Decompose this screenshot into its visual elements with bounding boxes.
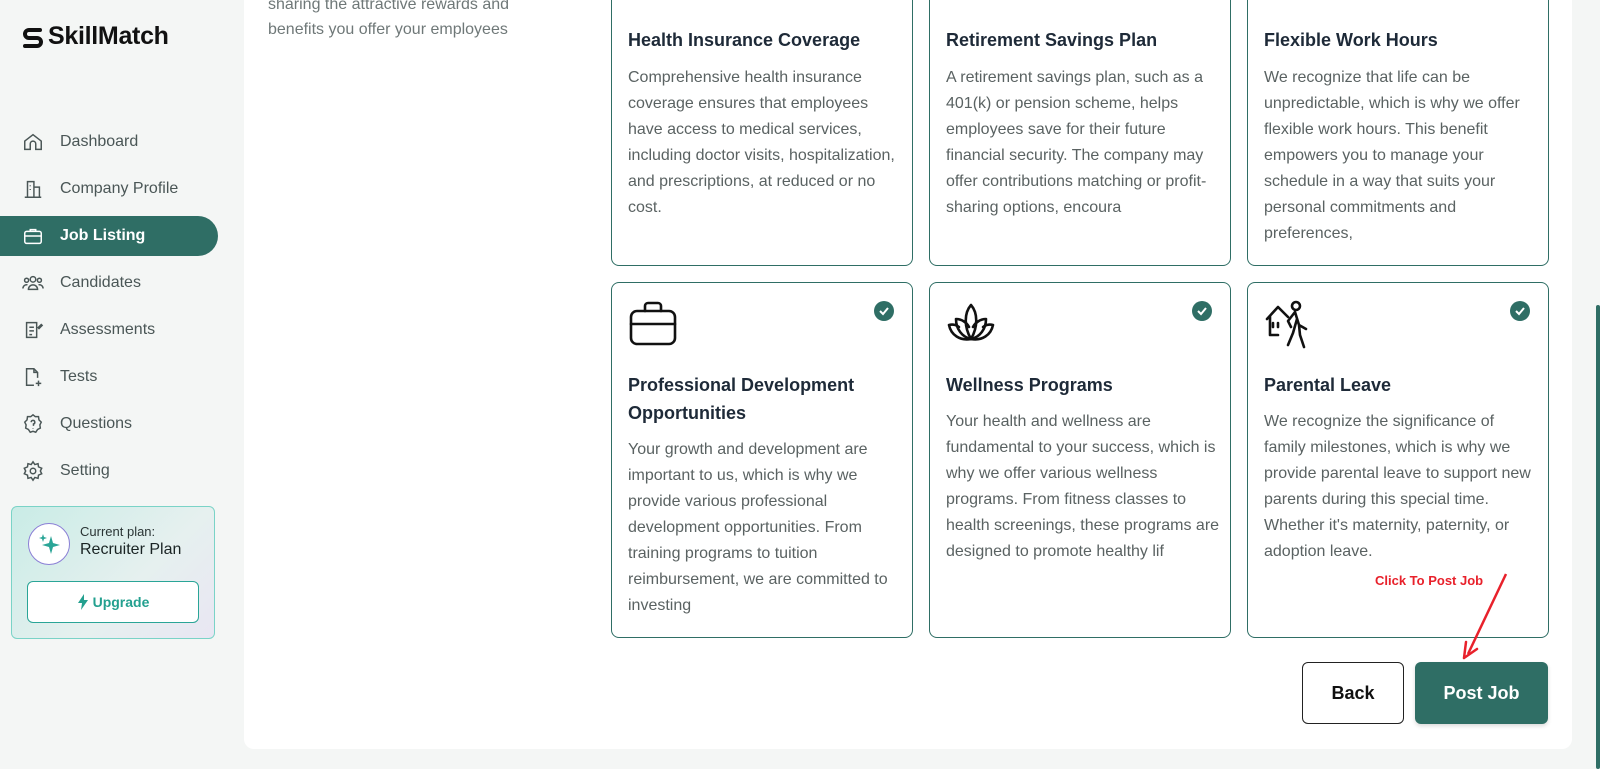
sidebar-item-setting[interactable]: Setting (0, 451, 218, 491)
section-intro: sharing the attractive rewards and benef… (268, 0, 510, 38)
benefit-description: Comprehensive health insurance coverage … (628, 69, 895, 216)
plan-name: Recruiter Plan (80, 541, 182, 558)
benefit-title: Parental Leave (1264, 375, 1392, 395)
benefit-description: We recognize that life can be unpredicta… (1264, 69, 1520, 242)
benefit-title: Flexible Work Hours (1264, 30, 1438, 50)
sidebar-item-label: Tests (60, 368, 98, 385)
plan-label: Current plan: (80, 524, 156, 539)
sidebar-item-dashboard[interactable]: Dashboard (0, 122, 218, 162)
sidebar-item-candidates[interactable]: Candidates (0, 263, 218, 303)
sidebar-item-tests[interactable]: Tests (0, 357, 218, 397)
lotus-icon (946, 299, 996, 349)
clipboard-icon (22, 319, 44, 341)
sidebar: SkillMatch Dashboard Company Profile Job… (0, 0, 228, 769)
benefit-title: Health Insurance Coverage (628, 30, 861, 50)
sidebar-item-label: Assessments (60, 321, 156, 338)
building-icon (22, 178, 44, 200)
sidebar-item-label: Dashboard (60, 133, 139, 150)
benefit-card-professional-development[interactable]: Professional Development Opportunities Y… (611, 282, 913, 638)
parent-walk-icon (1264, 299, 1314, 349)
benefit-title: Retirement Savings Plan (946, 30, 1158, 50)
home-icon (22, 131, 44, 153)
benefit-description: We recognize the significance of family … (1264, 413, 1531, 560)
benefit-description: Your growth and development are importan… (628, 441, 888, 614)
sidebar-item-label: Questions (60, 415, 133, 432)
benefit-card-health-insurance[interactable]: Health Insurance Coverage Comprehensive … (611, 0, 913, 266)
selected-check-icon[interactable] (1510, 301, 1530, 321)
gear-icon (22, 460, 44, 482)
sidebar-item-label: Candidates (60, 274, 141, 291)
main-panel: sharing the attractive rewards and benef… (244, 0, 1572, 749)
benefit-card-wellness[interactable]: Wellness Programs Your health and wellne… (929, 282, 1231, 638)
sidebar-item-label: Setting (60, 462, 110, 479)
upgrade-button[interactable]: Upgrade (27, 581, 199, 623)
benefit-description: A retirement savings plan, such as a 401… (946, 69, 1207, 216)
benefit-card-flexible-hours[interactable]: Flexible Work Hours We recognize that li… (1247, 0, 1549, 266)
question-icon (22, 413, 44, 435)
scrollbar[interactable] (1596, 305, 1600, 769)
sidebar-item-assessments[interactable]: Assessments (0, 310, 218, 350)
current-plan-card: Current plan: Recruiter Plan Upgrade (11, 506, 215, 639)
upgrade-label: Upgrade (92, 594, 150, 610)
selected-check-icon[interactable] (874, 301, 894, 321)
selected-check-icon[interactable] (1192, 301, 1212, 321)
lightning-icon (77, 594, 88, 610)
sidebar-item-label: Company Profile (60, 180, 179, 197)
app-name: SkillMatch (48, 22, 169, 50)
benefit-description: Your health and wellness are fundamental… (946, 413, 1220, 560)
file-plus-icon (22, 366, 44, 388)
sidebar-item-job-listing[interactable]: Job Listing (0, 216, 218, 256)
back-button[interactable]: Back (1302, 662, 1404, 724)
logo[interactable]: SkillMatch (22, 22, 169, 51)
sidebar-item-questions[interactable]: Questions (0, 404, 218, 444)
briefcase-icon (22, 225, 44, 247)
benefit-title: Wellness Programs (946, 375, 1113, 395)
benefit-card-retirement[interactable]: Retirement Savings Plan A retirement sav… (929, 0, 1231, 266)
briefcase-icon (628, 299, 678, 349)
users-icon (22, 272, 44, 294)
post-job-button[interactable]: Post Job (1415, 662, 1548, 724)
sidebar-nav: Dashboard Company Profile Job Listing Ca… (0, 122, 218, 498)
sidebar-item-company-profile[interactable]: Company Profile (0, 169, 218, 209)
logo-icon (23, 27, 43, 48)
sidebar-item-label: Job Listing (60, 227, 146, 244)
sparkle-icon (28, 523, 70, 565)
benefit-title: Professional Development Opportunities (628, 375, 855, 423)
annotation-arrow-icon (1462, 573, 1508, 660)
